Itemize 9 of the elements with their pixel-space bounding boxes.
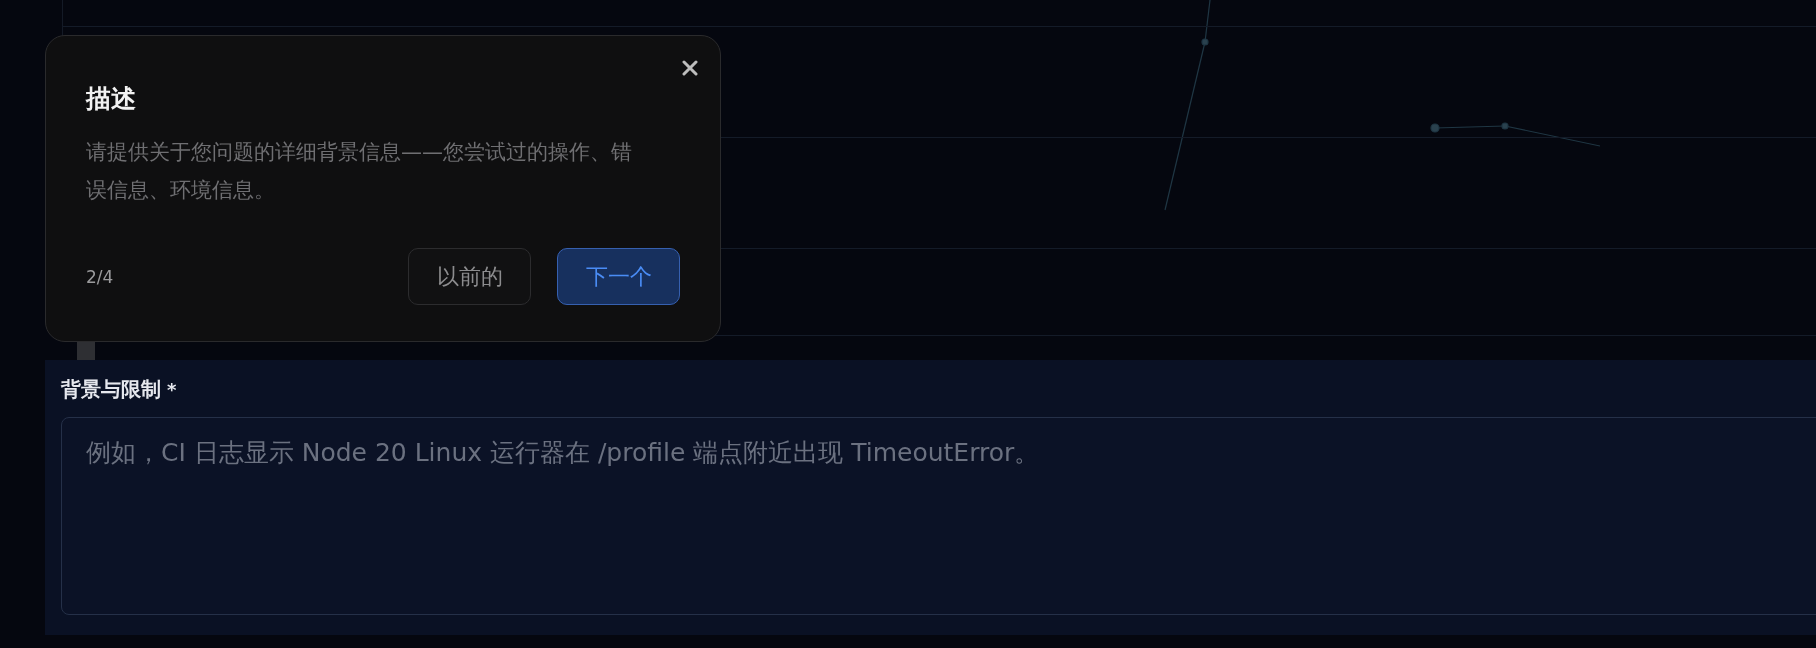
input-field[interactable]: 例如，CI 日志显示 Node 20 Linux 运行器在 /profile 端点附近出现 TimeoutError。 — [61, 417, 1816, 615]
popover-title: 描述 — [86, 83, 137, 115]
next-button[interactable]: 下一个 — [557, 248, 680, 305]
previous-button[interactable]: 以前的 — [408, 248, 531, 305]
required-marker: * — [167, 379, 177, 400]
close-icon[interactable] — [682, 60, 698, 76]
popover-description: 请提供关于您问题的详细背景信息——您尝试过的操作、错误信息、环境信息。 — [86, 139, 633, 204]
field-label: 背景与限制 — [61, 376, 161, 403]
step-counter: 2/4 — [86, 266, 114, 287]
